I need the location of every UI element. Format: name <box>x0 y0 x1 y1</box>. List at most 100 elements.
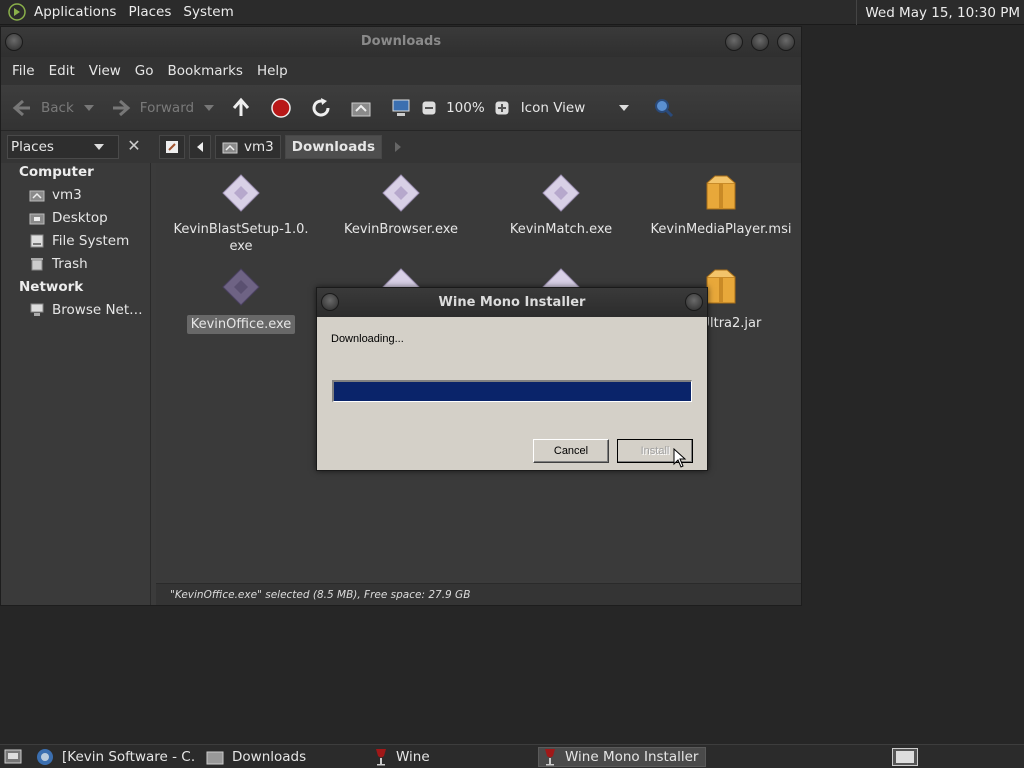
close-button[interactable] <box>685 293 703 311</box>
sidebar-item-label: Browse Net… <box>52 302 143 318</box>
file-label: KevinBlastSetup-1.0. exe <box>173 222 309 254</box>
system-menu[interactable]: System <box>177 4 239 20</box>
window-title: Downloads <box>360 34 442 49</box>
edit-location-button[interactable] <box>159 135 185 159</box>
view-mode-select[interactable]: Icon View <box>521 100 630 116</box>
sidebar-heading-network: Network <box>19 279 84 295</box>
chevron-right-icon[interactable] <box>394 142 402 152</box>
close-sidebar-icon[interactable]: ✕ <box>125 137 143 155</box>
back-arrow-icon <box>12 99 30 116</box>
taskbar-item-label: Downloads <box>232 749 307 765</box>
zoom-level[interactable]: 100% <box>446 100 485 116</box>
forward-history-dropdown[interactable] <box>204 104 215 111</box>
sidebar-selector[interactable]: Places <box>7 135 119 159</box>
file-item[interactable]: KevinBrowser.exe <box>326 173 476 238</box>
file-label: KevinBrowser.exe <box>343 222 459 237</box>
sidebar-item-vm3[interactable]: vm3 <box>29 185 82 205</box>
window-titlebar[interactable]: Downloads <box>1 27 801 57</box>
sidebar-heading-computer: Computer <box>19 164 94 180</box>
file-item[interactable]: KevinBlastSetup-1.0. exe <box>166 173 316 255</box>
window-menu-button[interactable] <box>321 293 339 311</box>
dialog-titlebar[interactable]: Wine Mono Installer <box>317 288 707 317</box>
up-arrow-icon[interactable] <box>230 97 252 119</box>
maximize-button[interactable] <box>751 33 769 51</box>
taskbar-item-wine-mono-installer[interactable]: Wine Mono Installer <box>538 747 706 767</box>
clock[interactable]: Wed May 15, 10:30 PM <box>856 0 1020 25</box>
sidebar-item-desktop[interactable]: Desktop <box>29 208 108 228</box>
dialog-title: Wine Mono Installer <box>438 295 586 310</box>
folder-icon <box>206 751 224 765</box>
workspace-switcher-icon[interactable] <box>892 748 918 766</box>
show-desktop-icon[interactable] <box>4 749 22 765</box>
forward-button[interactable]: Forward <box>110 97 215 119</box>
forward-label: Forward <box>139 99 195 116</box>
status-bar: "KevinOffice.exe" selected (8.5 MB), Fre… <box>156 583 801 605</box>
sidebar-item-label: File System <box>52 233 130 249</box>
progress-fill <box>334 382 691 401</box>
wine-glass-icon <box>376 749 386 766</box>
menu-view[interactable]: View <box>82 63 128 79</box>
places-menu[interactable]: Places <box>122 4 177 20</box>
breadcrumb-left-button[interactable] <box>189 135 211 159</box>
panel-menu: Applications Places System <box>0 0 240 25</box>
close-button[interactable] <box>777 33 795 51</box>
cancel-button[interactable]: Cancel <box>533 439 609 463</box>
pencil-icon <box>166 141 178 153</box>
wine-glass-icon <box>545 749 555 766</box>
menu-bookmarks[interactable]: Bookmarks <box>161 63 250 79</box>
back-history-dropdown[interactable] <box>83 104 94 111</box>
toolbar: Back Forward 100% Icon View <box>1 85 801 131</box>
taskbar-item-label: [Kevin Software - C… <box>62 749 196 765</box>
wine-mono-installer-dialog: Wine Mono Installer Downloading... Cance… <box>316 287 708 471</box>
menu-file[interactable]: File <box>5 63 42 79</box>
file-item[interactable]: KevinMediaPlayer.msi <box>646 173 796 238</box>
wine-exe-icon <box>542 174 580 212</box>
breadcrumb-vm3[interactable]: vm3 <box>215 135 281 159</box>
top-panel: Applications Places System Wed May 15, 1… <box>0 0 1024 25</box>
wine-exe-icon <box>222 268 260 306</box>
computer-icon[interactable] <box>390 97 412 119</box>
trash-icon <box>31 258 43 271</box>
desktop-folder-icon <box>29 213 45 225</box>
breadcrumb-downloads[interactable]: Downloads <box>284 135 383 159</box>
sidebar-item-label: Desktop <box>52 210 108 226</box>
view-mode-label: Icon View <box>520 99 586 116</box>
taskbar-item-wine[interactable]: Wine <box>374 747 534 767</box>
search-icon[interactable] <box>653 97 675 119</box>
home-folder-icon[interactable] <box>350 97 372 119</box>
menu-go[interactable]: Go <box>128 63 161 79</box>
menubar: File Edit View Go Bookmarks Help <box>1 57 801 85</box>
home-folder-icon <box>222 142 238 154</box>
file-label: KevinMediaPlayer.msi <box>650 222 792 237</box>
taskbar-item-label: Wine Mono Installer <box>565 749 699 765</box>
zoom-in-icon[interactable] <box>495 101 509 115</box>
stop-icon[interactable] <box>270 97 292 119</box>
sidebar-item-file-system[interactable]: File System <box>29 231 129 251</box>
zoom-out-icon[interactable] <box>422 101 436 115</box>
menu-edit[interactable]: Edit <box>42 63 82 79</box>
sidebar-item-browse-network[interactable]: Browse Net… <box>29 300 143 320</box>
taskbar-item-browser[interactable]: [Kevin Software - C… <box>36 747 196 767</box>
browser-icon <box>37 749 53 765</box>
package-icon <box>706 175 736 210</box>
chevron-left-icon <box>197 142 203 152</box>
download-progress-bar <box>332 380 692 402</box>
applications-menu[interactable]: Applications <box>28 4 122 20</box>
taskbar-item-label: Wine <box>396 749 430 765</box>
breadcrumb-vm3-label: vm3 <box>244 139 274 155</box>
sidebar-item-label: vm3 <box>52 187 82 203</box>
file-item[interactable]: KevinMatch.exe <box>486 173 636 238</box>
menu-help[interactable]: Help <box>250 63 295 79</box>
chevron-down-icon <box>619 104 630 111</box>
network-icon <box>30 303 44 316</box>
taskbar-item-downloads[interactable]: Downloads <box>206 747 366 767</box>
back-button[interactable]: Back <box>11 97 94 119</box>
wine-exe-icon <box>222 174 260 212</box>
gnome-foot-icon[interactable] <box>8 3 26 21</box>
reload-icon[interactable] <box>310 97 332 119</box>
file-item-selected[interactable]: KevinOffice.exe <box>166 267 316 334</box>
sidebar-item-trash[interactable]: Trash <box>29 254 88 274</box>
taskbar: [Kevin Software - C… Downloads Wine Wine… <box>0 744 1024 768</box>
minimize-button[interactable] <box>725 33 743 51</box>
forward-arrow-icon <box>112 99 131 116</box>
